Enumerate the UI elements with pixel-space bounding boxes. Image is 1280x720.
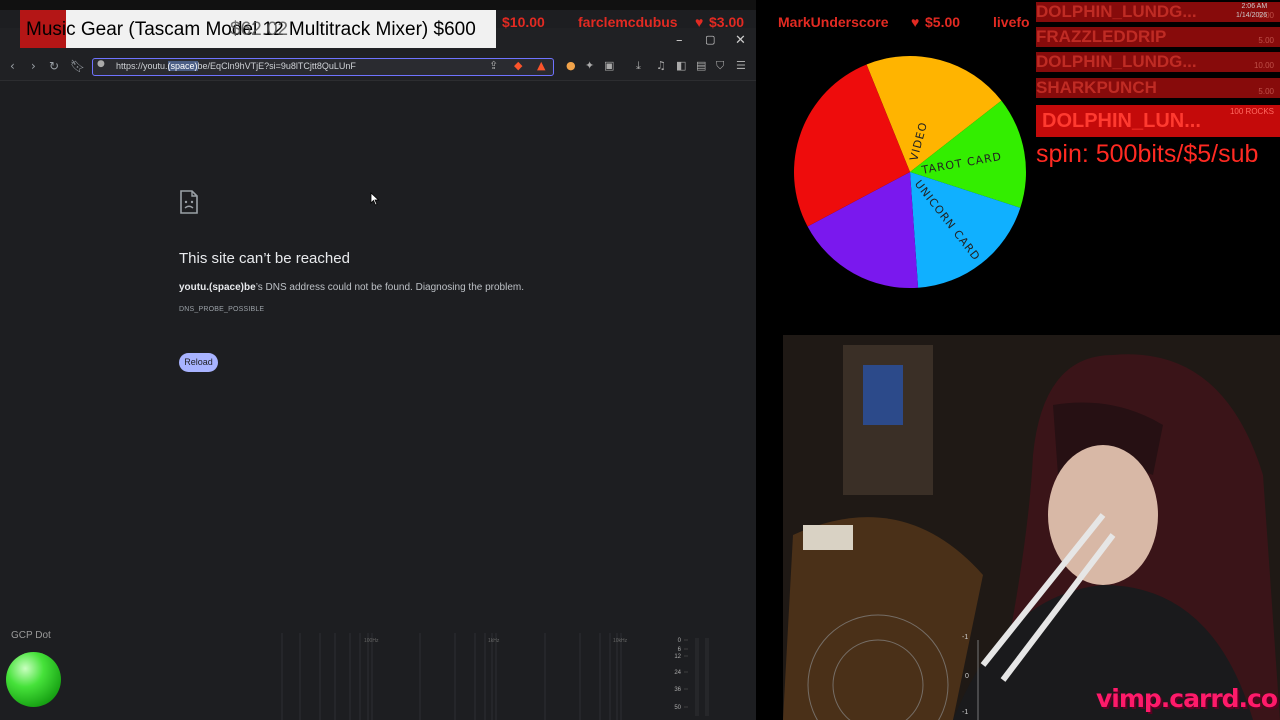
cam-meter-label: 0	[965, 673, 969, 680]
sad-page-icon	[180, 190, 198, 214]
spin-wheel: VIDEOTAROT CARDUNICORN CARD	[794, 55, 1026, 288]
spin-info: spin: 500bits/$5/sub	[1036, 140, 1259, 168]
leaderboard-name: FRAZZLEDDRIP	[1036, 27, 1167, 46]
error-description: youtu.(space)be’s DNS address could not …	[179, 282, 524, 293]
download-icon[interactable]: ⤓	[636, 59, 641, 73]
reload-icon[interactable]: ↻	[49, 58, 59, 74]
close-icon[interactable]: ✕	[735, 33, 746, 48]
gcp-dot-label: GCP Dot	[11, 630, 51, 641]
gcp-dot-indicator	[6, 652, 61, 707]
leaderboard-name: SHARKPUNCH	[1036, 78, 1157, 97]
meter-label: 36	[674, 687, 681, 693]
vpn-icon[interactable]: ⛉	[716, 59, 724, 73]
leaderboard-sub: 5.00	[1258, 87, 1274, 96]
heart-icon: ♥	[695, 14, 704, 30]
meter-label: 0	[678, 638, 682, 644]
maximize-icon[interactable]: ▢	[705, 33, 715, 46]
forward-icon[interactable]: ›	[31, 58, 36, 74]
ticker-item: MarkUnderscore	[778, 14, 889, 30]
cam-meter-label: -1	[962, 634, 969, 641]
clock-date: 1/14/2026	[1236, 12, 1268, 19]
os-taskbar-strip	[0, 0, 756, 10]
leaderboard-row: FRAZZLEDDRIP 5.00	[1036, 27, 1280, 47]
carrd-watermark: vimp.carrd.co	[1096, 684, 1278, 713]
heart-icon: ♥	[911, 14, 920, 30]
url-highlight: (space)	[167, 61, 198, 71]
system-clock: 2:06 AM 1/14/2026	[1236, 2, 1267, 20]
error-code: DNS_PROBE_POSSIBLE	[179, 306, 265, 313]
spectrum-label: 10kHz	[613, 638, 628, 644]
leaderboard-name: DOLPHIN_LUNDG...	[1036, 52, 1197, 71]
wallet-icon[interactable]: ▤	[696, 59, 706, 72]
tab-icon[interactable]: ▣	[604, 59, 614, 72]
meter-label: 50	[674, 705, 681, 711]
spectrum-label: 100Hz	[364, 638, 379, 644]
audio-spectrum: 100Hz 1kHz 10kHz	[281, 633, 628, 720]
ticker-item: farclemcdubus	[578, 14, 678, 30]
rewards-icon[interactable]: ▲	[537, 59, 545, 72]
ticker-item: livefo	[993, 14, 1030, 30]
meter-label: 12	[674, 654, 681, 660]
ticker-item: $3.00	[709, 14, 745, 30]
goal-amount: $62.02	[230, 19, 289, 40]
url-suffix: be/EqCln9hVTjE?si=9u8lTCjtt8QuLUnF	[197, 61, 356, 71]
minimize-icon[interactable]: –	[676, 33, 683, 48]
leaderboard-row: DOLPHIN_LUNDG... 10.00	[1036, 52, 1280, 72]
url-prefix: https://youtu.	[116, 61, 168, 71]
media-icon[interactable]: ♫	[656, 59, 666, 72]
mouse-cursor-icon	[370, 192, 380, 206]
leaderboard-name: DOLPHIN_LUN...	[1042, 110, 1201, 132]
ticker-item: $10.00	[502, 14, 545, 30]
menu-icon[interactable]: ☰	[736, 59, 746, 72]
spectrum-label: 1kHz	[488, 638, 500, 644]
browser-window: – ▢ ✕ ‹ › ↻ 🔖︎ ● https://youtu.(space)be…	[0, 0, 756, 720]
error-host: youtu.(space)be	[179, 282, 256, 293]
leaderboard-name: DOLPHIN_LUNDG...	[1036, 2, 1197, 21]
meter-label: 6	[678, 647, 682, 653]
cam-meter-label: -1	[962, 709, 969, 716]
leaderboard-sub: 100 ROCKS	[1229, 107, 1274, 116]
bookmark-icon[interactable]: 🔖︎	[70, 58, 85, 74]
volume-meter: 0 6 12 24 36 50	[674, 638, 709, 716]
extension-icon[interactable]: ●	[566, 59, 576, 72]
webcam-feed	[783, 335, 1280, 720]
clock-time: 2:06 AM	[1241, 3, 1268, 10]
webcam-scene	[783, 335, 1280, 720]
share-icon[interactable]: ⇪	[489, 59, 498, 72]
url-text[interactable]: https://youtu.(space)be/EqCln9hVTjE?si=9…	[116, 61, 356, 71]
reload-button[interactable]: Reload	[179, 353, 218, 372]
site-info-icon[interactable]: ●	[97, 59, 105, 69]
back-icon[interactable]: ‹	[10, 58, 15, 74]
leaderboard-sub: 10.00	[1253, 61, 1274, 70]
sidebar-icon[interactable]: ◧	[676, 59, 686, 72]
leaderboard-row: SHARKPUNCH 5.00	[1036, 78, 1280, 98]
puzzle-icon[interactable]: ✦	[585, 59, 594, 72]
ticker-item: $5.00	[925, 14, 961, 30]
error-title: This site can’t be reached	[179, 250, 350, 267]
meter-label: 24	[674, 670, 681, 676]
brave-shield-icon[interactable]: ◆	[514, 59, 522, 72]
leaderboard-row: DOLPHIN_LUN... 100 ROCKS	[1036, 105, 1280, 137]
leaderboard-sub: 5.00	[1258, 36, 1274, 45]
error-message: ’s DNS address could not be found. Diagn…	[255, 282, 524, 293]
